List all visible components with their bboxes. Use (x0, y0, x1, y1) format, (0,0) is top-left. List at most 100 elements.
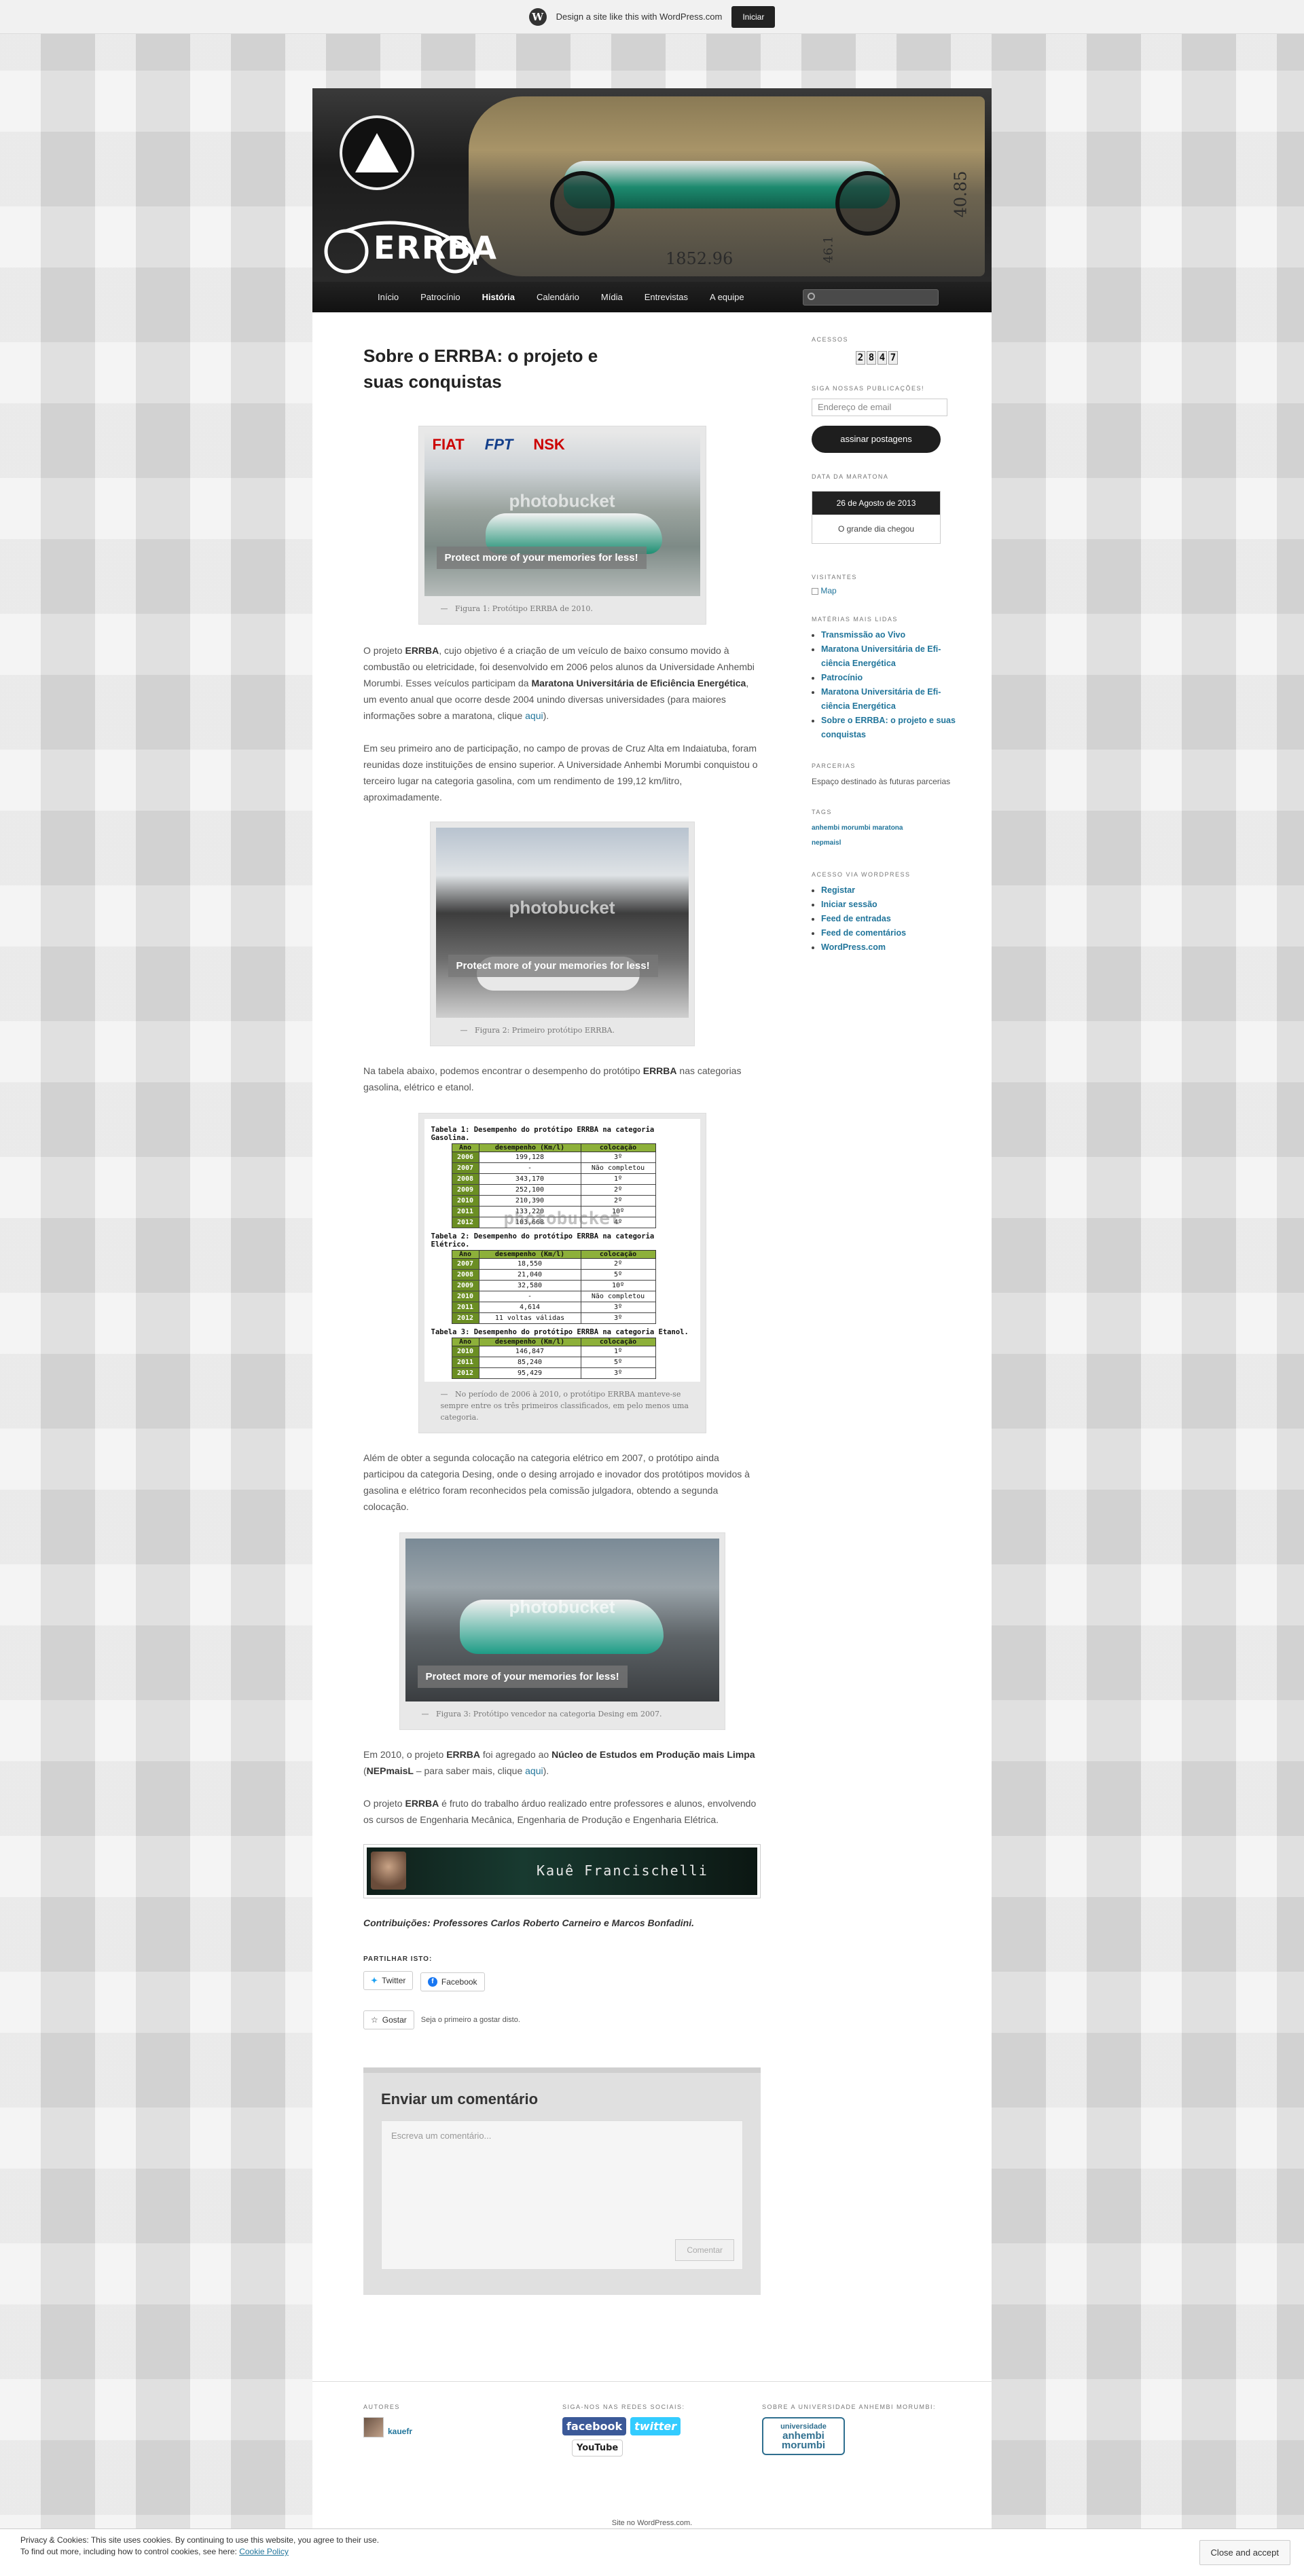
popular-link[interactable]: Sobre o ERRBA: o projeto e suas conquist… (821, 716, 956, 739)
site-header-banner[interactable]: 1852.96 40.85 46.1 ERRBA (312, 88, 992, 282)
nav-item-entrevistas[interactable]: Entrevistas (634, 282, 699, 312)
text-segment: – para saber mais, clique (413, 1765, 526, 1776)
widget-acessos: ACESSOS 2 8 4 7 (812, 336, 961, 365)
facebook-icon[interactable]: facebook (562, 2417, 627, 2435)
table-cell: 2008 (451, 1173, 479, 1185)
popular-link[interactable]: Transmissão ao Vivo (821, 630, 905, 640)
table-cell: 5º (580, 1269, 656, 1281)
access-link[interactable]: Feed de entradas (821, 914, 891, 923)
nav-item-historia[interactable]: História (471, 282, 526, 312)
table-row: 2010 146,847 1º (451, 1346, 656, 1357)
tag-link[interactable]: anhembi morumbi maratona (812, 821, 961, 836)
list-item: Registar (821, 883, 961, 898)
figure-3-image[interactable]: photobucket Protect more of your memorie… (405, 1539, 719, 1701)
figure-2-image[interactable]: photobucket Protect more of your memorie… (435, 828, 689, 1018)
like-row: ☆ Gostar Seja o primeiro a gostar disto. (363, 2010, 761, 2029)
author-entry[interactable]: kauefr (363, 2417, 412, 2437)
access-link[interactable]: Feed de comentários (821, 928, 906, 938)
sponsor-nsk: NSK (533, 436, 565, 453)
access-link[interactable]: WordPress.com (821, 942, 886, 952)
popular-link[interactable]: Maratona Universitária de Efi-ciência En… (821, 644, 941, 668)
figure-3-caption: — Figura 3: Protótipo vencedor na catego… (421, 1710, 662, 1718)
youtube-icon[interactable]: YouTube (572, 2440, 623, 2457)
share-facebook-button[interactable]: f Facebook (420, 1972, 485, 1991)
widget-marathon: DATA DA MARATONA 26 de Agosto de 2013 O … (812, 473, 961, 544)
nav-item-calendario[interactable]: Calendário (526, 282, 590, 312)
table-cell: 32,580 (478, 1280, 581, 1291)
table-row: 2009 32,580 10º (451, 1280, 656, 1291)
figure-1-image[interactable]: FIAT FPT NSK photobucket Protect more of… (424, 432, 700, 596)
share-twitter-label: Twitter (382, 1976, 406, 1985)
popular-link[interactable]: Patrocínio (821, 673, 863, 682)
table-cell: 2º (580, 1258, 656, 1270)
list-item: Patrocínio (821, 671, 961, 685)
photobucket-banner: Protect more of your memories for less! (417, 1666, 628, 1688)
cookie-banner: Privacy & Cookies: This site uses cookie… (0, 2528, 1304, 2576)
text-segment: ). (543, 710, 549, 721)
university-logo-link[interactable]: universidade anhembi morumbi (762, 2417, 845, 2455)
table-cell: 10º (580, 1280, 656, 1291)
nav-item-patrocinio[interactable]: Patrocínio (410, 282, 471, 312)
avatar (363, 2417, 384, 2437)
social-row: facebook twitter (562, 2417, 685, 2435)
figure-3-caption-text: Figura 3: Protótipo vencedor na categori… (436, 1710, 662, 1718)
table-header-cell: colocação (580, 1143, 656, 1152)
author-link[interactable]: kauefr (388, 2427, 412, 2436)
twitter-icon[interactable]: twitter (630, 2417, 681, 2435)
text-segment: Na tabela abaixo, podemos encontrar o de… (363, 1065, 643, 1076)
paragraph-nepmaisl: Em 2010, o projeto ERRBA foi agregado ao… (363, 1746, 761, 1779)
link-aqui-nepmaisl[interactable]: aqui (525, 1765, 543, 1776)
comment-textarea[interactable]: Escreva um comentário... Comentar (381, 2120, 743, 2270)
page-container: 1852.96 40.85 46.1 ERRBA Início Patrocín… (312, 88, 992, 2553)
table-cell: 85,240 (478, 1357, 581, 1368)
car-rear-wheel (835, 171, 900, 236)
text-bold: ERRBA (642, 1065, 677, 1076)
link-aqui-maratona[interactable]: aqui (525, 710, 543, 721)
table-cell: 3º (580, 1312, 656, 1324)
wordpress-credit-link[interactable]: Site no WordPress.com. (612, 2519, 692, 2527)
nav-item-midia[interactable]: Mídia (590, 282, 634, 312)
like-button[interactable]: ☆ Gostar (363, 2010, 414, 2029)
table-row: 2009 252,100 2º (451, 1184, 656, 1196)
table-cell: 2º (580, 1195, 656, 1207)
performance-tables-image[interactable]: Tabela 1: Desempenho do protótipo ERRBA … (424, 1119, 700, 1382)
list-item: Maratona Universitária de Efi-ciência En… (821, 685, 961, 714)
nav-item-a-equipe[interactable]: A equipe (699, 282, 755, 312)
car-front-wheel (550, 171, 615, 236)
access-link[interactable]: Iniciar sessão (821, 900, 877, 909)
subscribe-button[interactable]: assinar postagens (812, 426, 941, 453)
table-cell: 2007 (451, 1258, 479, 1270)
wordpress-start-button[interactable]: Iniciar (731, 5, 776, 28)
share-twitter-button[interactable]: ✦ Twitter (363, 1971, 414, 1990)
cookie-policy-link[interactable]: Cookie Policy (239, 2547, 289, 2556)
table-cell: 146,847 (478, 1346, 581, 1357)
author-photo (371, 1852, 406, 1890)
uni-logo-line3: morumbi (781, 2440, 826, 2451)
photobucket-banner: Protect more of your memories for less! (436, 547, 647, 569)
broken-image-icon (812, 587, 818, 595)
counter-digit: 2 (856, 351, 865, 365)
wordpress-promo-text[interactable]: Design a site like this with WordPress.c… (556, 12, 723, 22)
share-heading: PARTILHAR ISTO: (363, 1955, 433, 1963)
nav-item-inicio[interactable]: Início (367, 282, 410, 312)
table-cell: 2010 (451, 1195, 479, 1207)
marathon-countdown: 26 de Agosto de 2013 O grande dia chegou (812, 491, 941, 544)
tag-link[interactable]: nepmaisl (812, 836, 961, 851)
post-content: Sobre o ERRBA: o projeto e suas conquist… (363, 343, 761, 2295)
search-input[interactable] (803, 289, 939, 306)
text-bold: ERRBA (446, 1749, 480, 1760)
paragraph-design-category: Além de obter a segunda colocação na cat… (363, 1452, 750, 1512)
visitors-map-link[interactable]: Map (812, 586, 961, 595)
wordpress-logo-icon[interactable]: W (528, 7, 547, 26)
youtube-row: YouTube (572, 2440, 685, 2457)
visitors-map-text[interactable]: Map (820, 586, 836, 595)
table-row: 2012 11 voltas válidas 3º (451, 1312, 656, 1324)
popular-link[interactable]: Maratona Universitária de Efi-ciência En… (821, 687, 941, 711)
close-and-accept-button[interactable]: Close and accept (1199, 2540, 1290, 2565)
access-link[interactable]: Registar (821, 885, 855, 895)
email-field[interactable]: Endereço de email (812, 399, 947, 416)
star-icon: ☆ (371, 2015, 378, 2025)
paragraph-intro: O projeto ERRBA, cujo objetivo é a criaç… (363, 642, 761, 724)
comment-submit-button[interactable]: Comentar (675, 2239, 734, 2261)
like-text: Seja o primeiro a gostar disto. (420, 2016, 520, 2024)
